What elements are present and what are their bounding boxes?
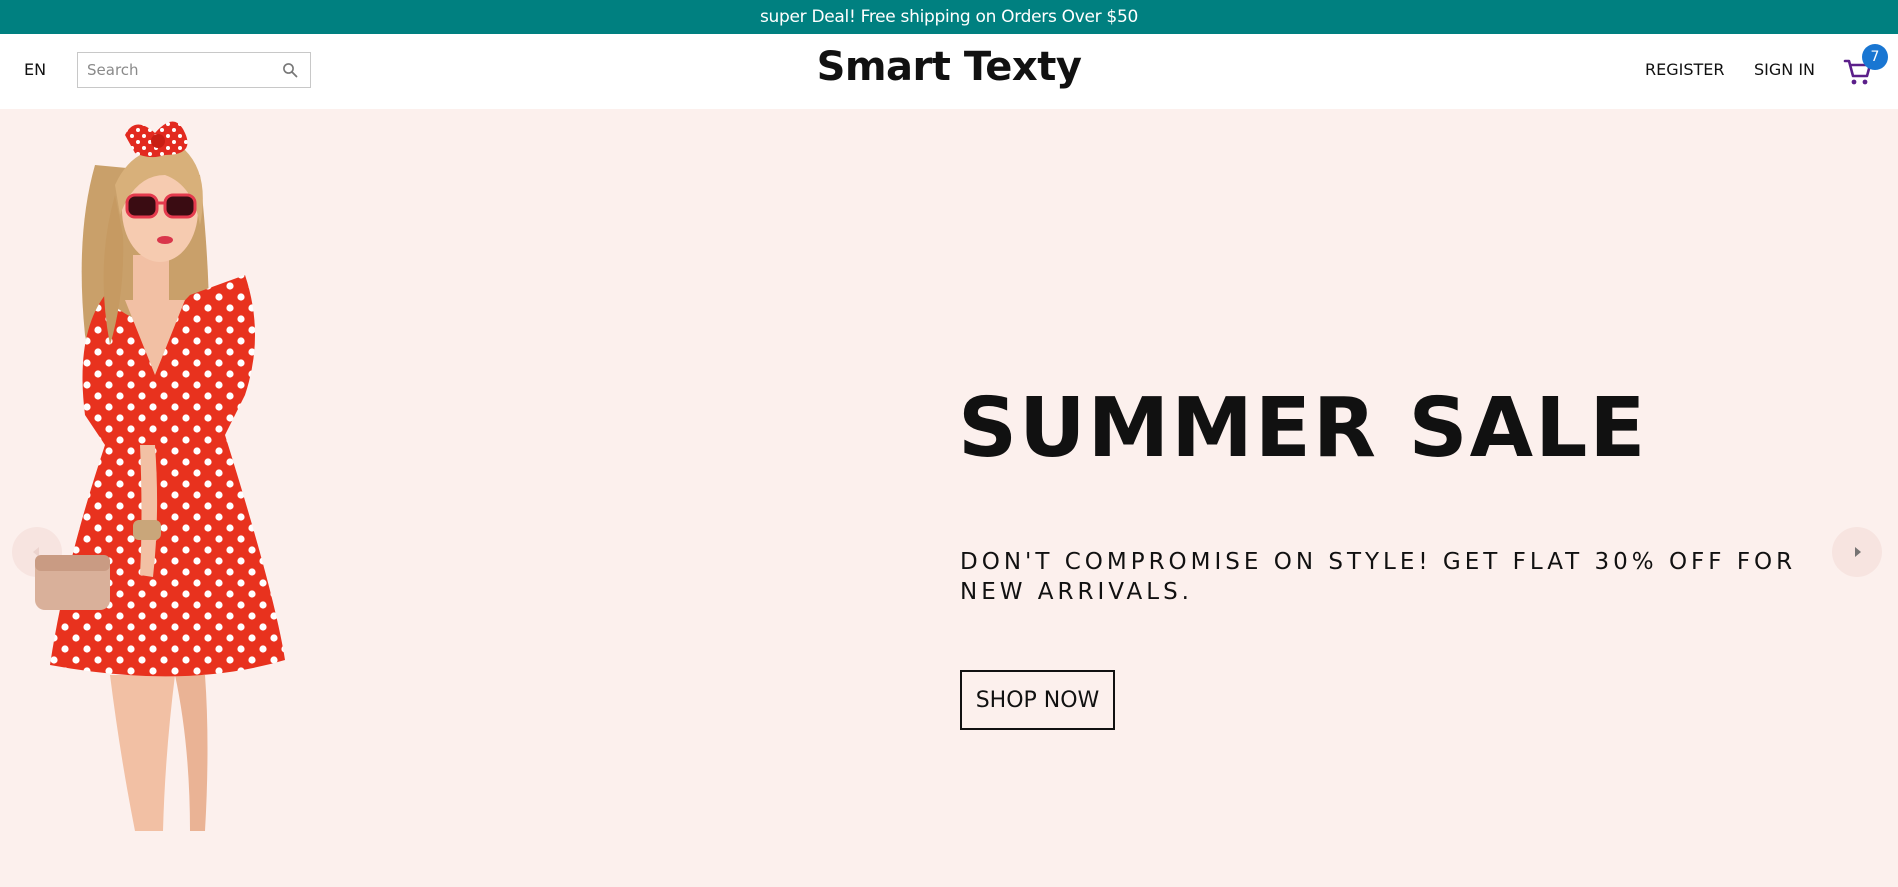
navbar: EN Smart Texty REGISTER SIGN IN 7 [0,34,1898,109]
announcement-text: super Deal! Free shipping on Orders Over… [760,7,1138,27]
search-input[interactable] [78,55,278,85]
language-selector[interactable]: EN [24,60,46,79]
shop-now-button[interactable]: SHOP NOW [960,670,1115,730]
hero-title: SUMMER SALE [958,381,1648,476]
hero-description: DON'T COMPROMISE ON STYLE! GET FLAT 30% … [960,549,1797,605]
sign-in-link[interactable]: SIGN IN [1754,60,1815,79]
site-logo[interactable]: Smart Texty [817,44,1082,90]
hero-model-image [35,121,285,831]
register-link[interactable]: REGISTER [1645,60,1725,79]
hero-slider: SUMMER SALE DON'T COMPROMISE ON STYLE! G… [0,109,1898,887]
announcement-bar: super Deal! Free shipping on Orders Over… [0,0,1898,34]
search-icon[interactable] [278,58,302,82]
cart-count-badge: 7 [1862,44,1888,70]
search-box [77,52,311,88]
arrow-right-icon[interactable] [1832,527,1882,577]
